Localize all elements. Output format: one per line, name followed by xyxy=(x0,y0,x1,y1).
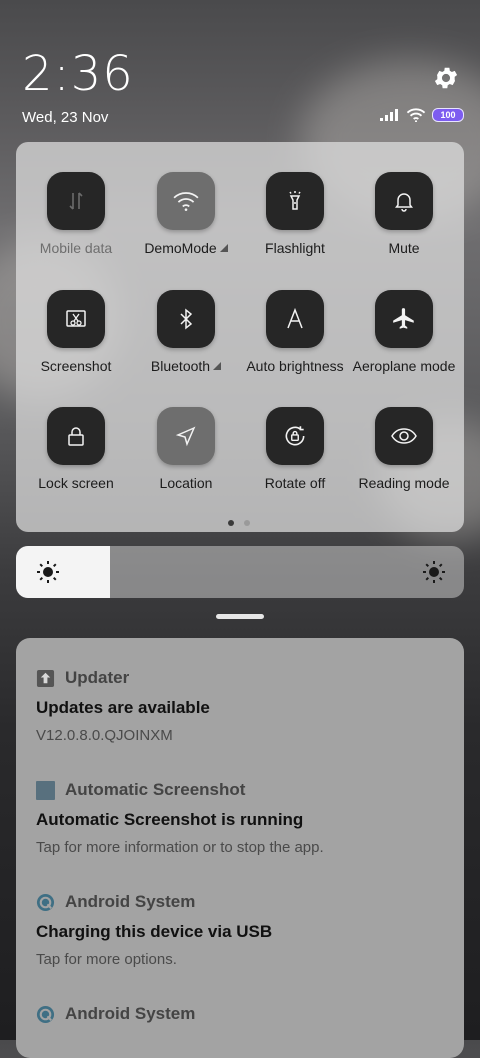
automatic-screenshot-icon xyxy=(36,780,55,800)
tile-label: Location xyxy=(159,475,213,491)
reading-mode-toggle[interactable] xyxy=(375,407,433,465)
tile-label: DemoMode xyxy=(144,240,217,256)
notification-android-system-usb[interactable]: Android System Charging this device via … xyxy=(36,892,446,968)
tile-aeroplane-mode[interactable]: Aeroplane mode xyxy=(349,290,459,374)
clock-time: 2:36 xyxy=(22,46,134,102)
location-toggle[interactable] xyxy=(157,407,215,465)
notification-app-name: Android System xyxy=(65,1004,196,1023)
android-system-icon xyxy=(36,1005,55,1023)
notification-app-name: Android System xyxy=(65,892,196,911)
battery-indicator: 100 xyxy=(432,108,464,122)
flashlight-icon xyxy=(289,191,301,210)
tile-location[interactable]: Location xyxy=(131,407,241,491)
brightness-fill xyxy=(16,546,111,598)
tile-reading-mode[interactable]: Reading mode xyxy=(349,407,459,491)
notification-title: Automatic Screenshot is running xyxy=(36,810,304,829)
tile-flashlight[interactable]: Flashlight xyxy=(240,172,350,256)
brightness-high-icon xyxy=(423,561,445,583)
flashlight-toggle[interactable] xyxy=(266,172,324,230)
notification-android-system[interactable]: Android System xyxy=(36,1004,446,1024)
updater-icon xyxy=(36,669,55,687)
gear-icon[interactable] xyxy=(432,64,460,92)
quick-settings-panel: Mobile data DemoMode Flashlight Mute Scr… xyxy=(16,142,464,532)
tile-label: Mute xyxy=(388,240,420,256)
notification-title: Charging this device via USB xyxy=(36,922,273,941)
lock-screen-toggle[interactable] xyxy=(47,407,105,465)
notification-text: Tap for more information or to stop the … xyxy=(36,839,324,856)
brightness-slider[interactable] xyxy=(16,546,464,598)
expand-arrow-icon[interactable] xyxy=(213,362,222,370)
tile-label: Mobile data xyxy=(39,240,113,256)
screenshot-icon xyxy=(66,310,86,327)
tile-screenshot[interactable]: Screenshot xyxy=(21,290,131,374)
location-icon xyxy=(175,426,196,447)
tile-label: Auto brightness xyxy=(246,358,344,374)
brightness-low-icon xyxy=(37,561,59,583)
aeroplane-mode-toggle[interactable] xyxy=(375,290,433,348)
eye-icon xyxy=(391,428,417,444)
demomode-toggle[interactable] xyxy=(157,172,215,230)
notification-updater[interactable]: Updater Updates are available V12.0.8.0.… xyxy=(36,668,446,744)
wifi-icon xyxy=(173,192,199,211)
rotate-off-toggle[interactable] xyxy=(266,407,324,465)
tile-label: Bluetooth xyxy=(150,358,211,374)
android-system-icon xyxy=(36,893,55,911)
tile-demomode[interactable]: DemoMode xyxy=(131,172,241,256)
tile-lock-screen[interactable]: Lock screen xyxy=(21,407,131,491)
airplane-icon xyxy=(393,308,414,329)
status-icons: 100 xyxy=(380,108,464,122)
page-dot-active xyxy=(228,520,234,526)
bluetooth-icon xyxy=(180,308,193,330)
tile-label: Reading mode xyxy=(358,475,450,491)
notification-app-name: Updater xyxy=(65,668,130,687)
drag-handle[interactable] xyxy=(216,614,264,619)
notification-automatic-screenshot[interactable]: Automatic Screenshot Automatic Screensho… xyxy=(36,780,446,856)
tile-auto-brightness[interactable]: Auto brightness xyxy=(240,290,350,374)
page-indicator xyxy=(228,520,250,526)
tile-bluetooth[interactable]: Bluetooth xyxy=(131,290,241,374)
signal-icon xyxy=(380,109,398,121)
tile-mobile-data[interactable]: Mobile data xyxy=(21,172,131,256)
tile-rotate-off[interactable]: Rotate off xyxy=(240,407,350,491)
rotate-lock-icon xyxy=(285,426,305,446)
tile-label: Rotate off xyxy=(264,475,326,491)
tile-label: Aeroplane mode xyxy=(352,358,456,374)
notification-app-name: Automatic Screenshot xyxy=(65,780,246,799)
lock-icon xyxy=(68,427,84,446)
mobile-data-icon xyxy=(69,192,83,210)
screenshot-toggle[interactable] xyxy=(47,290,105,348)
wifi-status-icon xyxy=(406,108,426,122)
mute-toggle[interactable] xyxy=(375,172,433,230)
tile-label: Screenshot xyxy=(40,358,112,374)
notification-title: Updates are available xyxy=(36,698,210,717)
expand-arrow-icon[interactable] xyxy=(219,244,228,252)
page-dot xyxy=(244,520,250,526)
tile-mute[interactable]: Mute xyxy=(349,172,459,256)
auto-brightness-toggle[interactable] xyxy=(266,290,324,348)
bluetooth-toggle[interactable] xyxy=(157,290,215,348)
bell-icon xyxy=(395,193,413,212)
tile-label: Lock screen xyxy=(38,475,114,491)
mobile-data-toggle[interactable] xyxy=(47,172,105,230)
notification-text: V12.0.8.0.QJOINXM xyxy=(36,727,173,744)
auto-brightness-icon xyxy=(287,307,303,329)
notification-panel: Updater Updates are available V12.0.8.0.… xyxy=(16,638,464,1058)
notification-text: Tap for more options. xyxy=(36,951,177,968)
date: Wed, 23 Nov xyxy=(22,109,109,126)
tile-label: Flashlight xyxy=(265,240,325,256)
